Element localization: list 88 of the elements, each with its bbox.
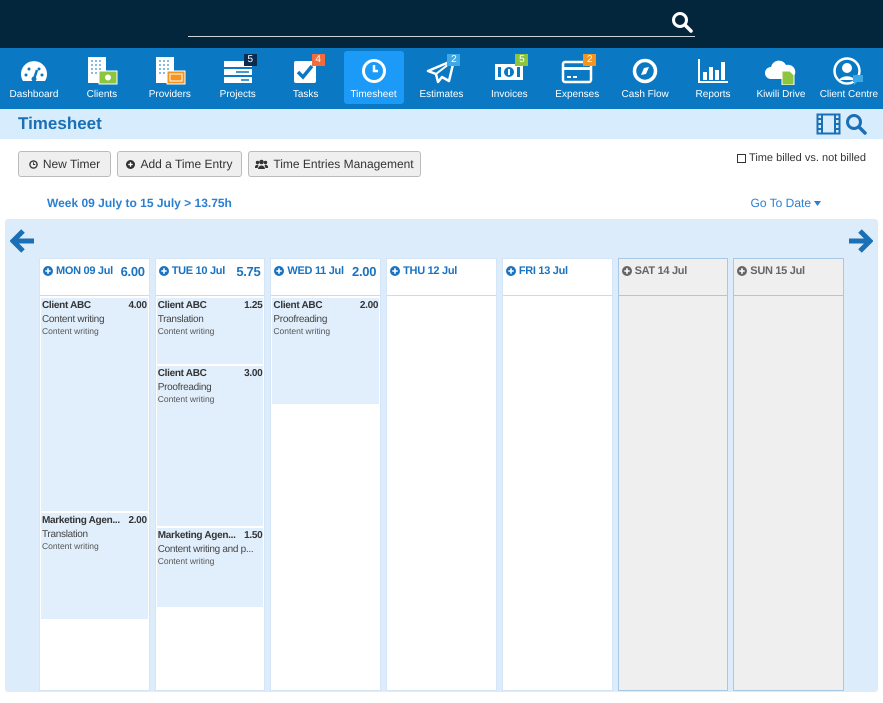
- nav-tab[interactable]: Dashboard: [4, 51, 64, 104]
- day-header[interactable]: MON 09 Jul: [43, 263, 113, 280]
- time-entry[interactable]: Client ABC 3.00 Proofreading Content writing: [156, 365, 264, 526]
- day-header[interactable]: FRI 13 Jul: [506, 263, 568, 280]
- users-icon: [255, 159, 268, 169]
- day-total: 2.00: [352, 263, 376, 281]
- plus-circle-icon: [506, 266, 516, 276]
- client-name: Client ABC: [158, 367, 207, 381]
- toolbar-button[interactable]: Time Entries Management: [248, 151, 421, 177]
- nav-tab[interactable]: Kiwili Drive: [750, 51, 811, 104]
- task-name: Content writing and p...: [158, 543, 254, 556]
- entry-category: Content writing: [158, 556, 216, 567]
- client-name: Client ABC: [273, 299, 322, 313]
- entry-hours: 3.00: [244, 367, 262, 381]
- building-icon: [154, 57, 186, 85]
- building-icon: [86, 57, 118, 85]
- billed-checkbox[interactable]: Time billed vs. not billed: [737, 151, 866, 165]
- time-entry[interactable]: Client ABC 4.00 Content writing Content writing: [41, 297, 148, 511]
- user-icon: [832, 57, 865, 85]
- count-badge: 2: [583, 54, 596, 66]
- count-badge: 2: [447, 54, 460, 66]
- clock-icon: [360, 58, 387, 84]
- plus-circle-icon: [737, 266, 748, 276]
- entry-hours: 4.00: [128, 299, 147, 313]
- entry-category: Content writing: [158, 326, 216, 337]
- time-entry[interactable]: Client ABC 2.00 Proofreading Content writing: [272, 297, 380, 404]
- entry-hours: 2.00: [360, 299, 378, 313]
- right-arrow-icon[interactable]: [847, 228, 873, 254]
- clock-icon: [28, 160, 38, 168]
- time-entry[interactable]: Marketing Agen... 2.00 Translation Content writing: [41, 512, 148, 619]
- day-header[interactable]: TUE 10 Jul: [158, 263, 225, 280]
- toolbar-button[interactable]: New Timer: [18, 151, 111, 177]
- plus-circle-icon: [274, 266, 284, 276]
- entry-hours: 2.00: [128, 514, 147, 528]
- entry-hours: 1.50: [244, 529, 262, 543]
- day-header[interactable]: THU 12 Jul: [390, 263, 457, 280]
- toolbar-button[interactable]: Add a Time Entry: [117, 151, 242, 177]
- count-badge: 5: [515, 54, 528, 66]
- go-to-date-dropdown[interactable]: Go To Date: [750, 194, 821, 212]
- entry-category: Content writing: [273, 326, 332, 337]
- task-name: Proofreading: [273, 313, 328, 326]
- nav-tab[interactable]: Timesheet: [344, 51, 404, 104]
- client-name: Marketing Agen...: [42, 514, 120, 528]
- day-header[interactable]: SUN 15 Jul: [737, 263, 805, 280]
- week-summary: Week 09 July to 15 July > 13.75h: [47, 195, 232, 212]
- entry-hours: 1.25: [244, 299, 262, 313]
- time-entry[interactable]: Client ABC 1.25 Translation Content writing: [156, 297, 264, 364]
- day-header[interactable]: SAT 14 Jul: [622, 263, 687, 280]
- nav-tab[interactable]: Estimates 2: [411, 51, 472, 104]
- count-badge: 5: [244, 54, 257, 66]
- nav-tab[interactable]: Invoices 5: [479, 51, 540, 104]
- plus-circle-icon: [126, 160, 136, 168]
- day-total: 5.75: [236, 263, 260, 281]
- client-name: Client ABC: [158, 299, 207, 313]
- compass-icon: [632, 58, 658, 84]
- entry-category: Content writing: [42, 326, 100, 337]
- page-title: Timesheet: [18, 113, 102, 136]
- time-entry[interactable]: Marketing Agen... 1.50 Content writing and p... Content writing: [156, 527, 264, 607]
- search-field[interactable]: [188, 9, 695, 37]
- plus-circle-icon: [43, 266, 53, 276]
- nav-tab[interactable]: Reports: [683, 51, 744, 104]
- gauge-icon: [20, 60, 48, 82]
- task-name: Translation: [42, 528, 89, 541]
- day-total: 6.00: [120, 263, 145, 281]
- plus-circle-icon: [158, 266, 169, 276]
- left-arrow-icon[interactable]: [10, 228, 36, 254]
- nav-tab[interactable]: Projects 5: [208, 51, 268, 104]
- day-header[interactable]: WED 11 Jul: [274, 263, 344, 280]
- nav-tab[interactable]: Cash Flow: [615, 51, 676, 104]
- caret-icon: [814, 200, 821, 206]
- count-badge: 4: [312, 54, 325, 66]
- task-name: Proofreading: [158, 381, 212, 394]
- plus-circle-icon: [622, 266, 632, 276]
- plus-circle-icon: [390, 266, 400, 276]
- bar-chart-icon: [697, 58, 730, 84]
- nav-tab[interactable]: Tasks 4: [276, 51, 336, 104]
- entry-category: Content writing: [158, 394, 216, 405]
- entry-category: Content writing: [42, 541, 100, 552]
- nav-tab[interactable]: Clients: [72, 51, 132, 104]
- nav-tab[interactable]: Expenses 2: [547, 51, 608, 104]
- task-name: Content writing: [42, 313, 106, 326]
- nav-tab[interactable]: Providers: [140, 51, 200, 104]
- task-name: Translation: [158, 313, 204, 326]
- search-icon[interactable]: [671, 11, 693, 33]
- nav-tab[interactable]: Client Centre: [818, 51, 879, 104]
- client-name: Client ABC: [42, 299, 91, 313]
- client-name: Marketing Agen...: [158, 529, 236, 543]
- film-icon[interactable]: [816, 113, 841, 135]
